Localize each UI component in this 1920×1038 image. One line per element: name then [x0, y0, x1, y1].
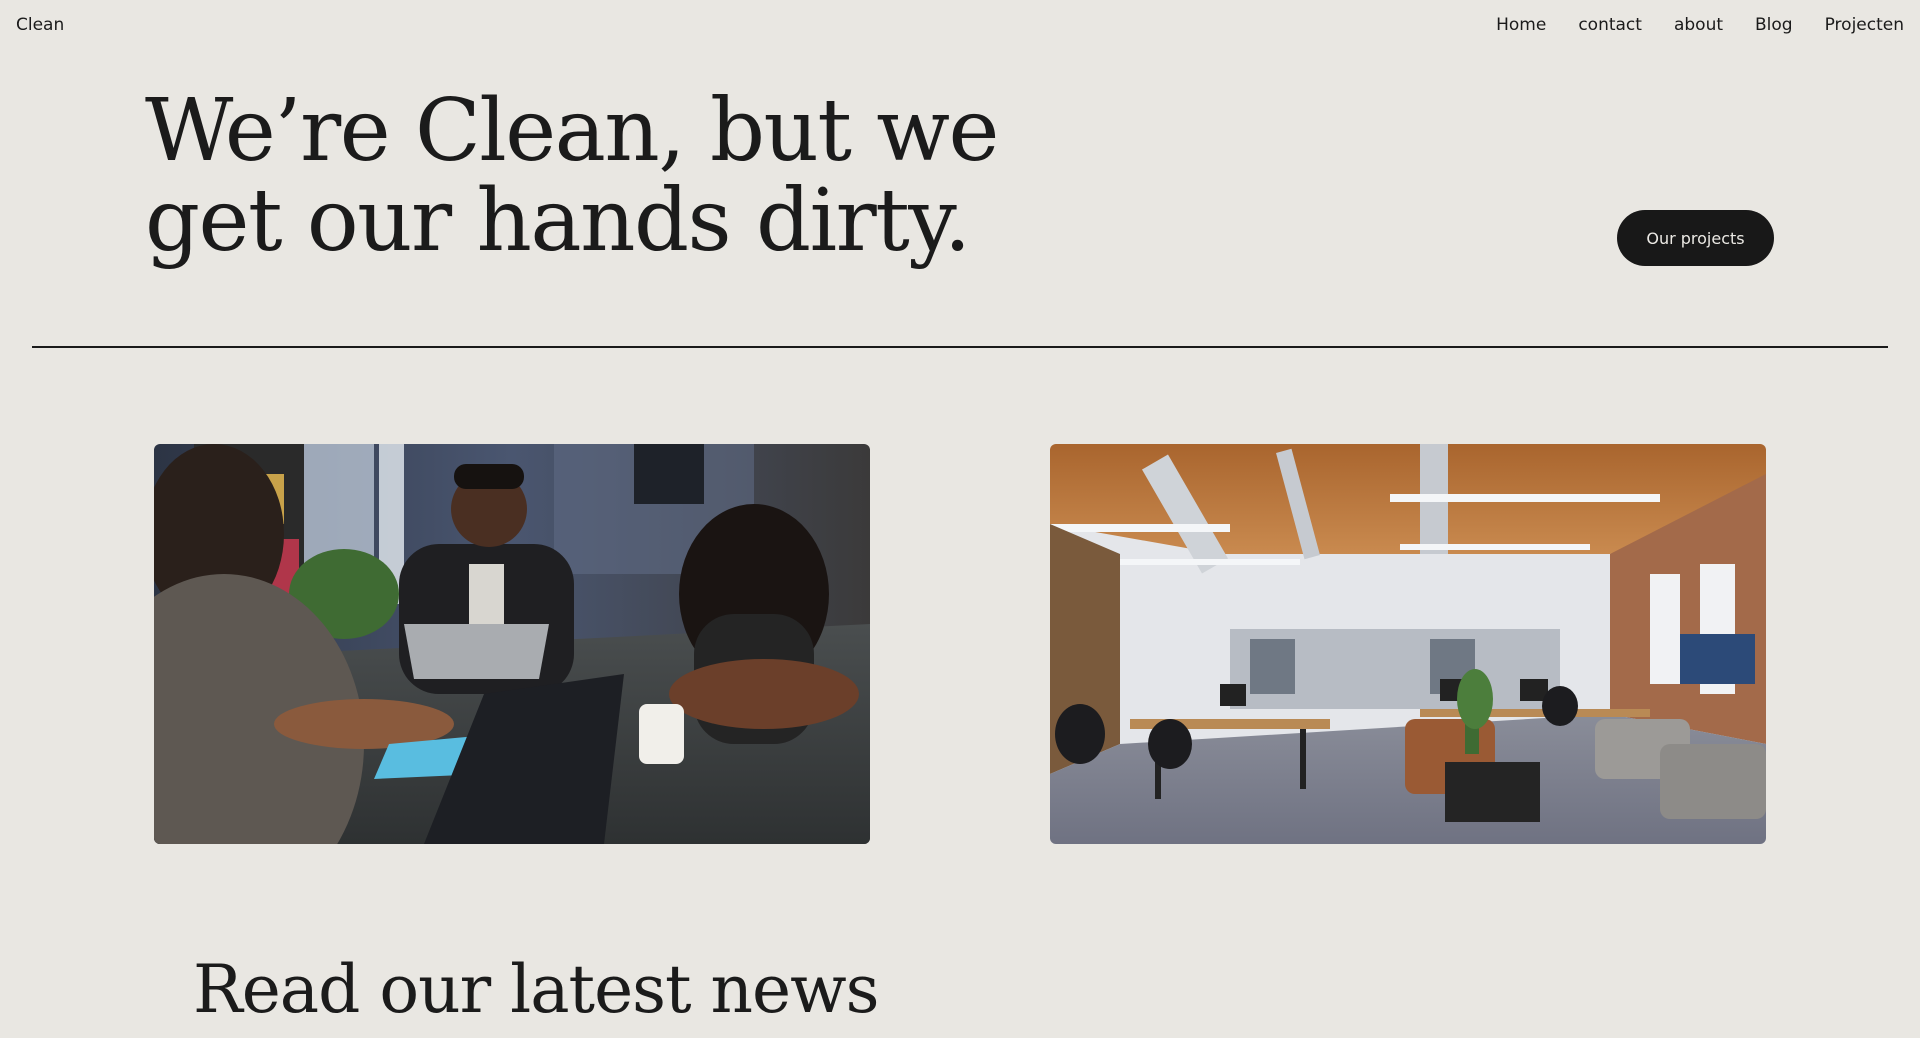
latest-news-heading: Read our latest news: [193, 951, 879, 1028]
nav-contact-link[interactable]: contact: [1578, 15, 1642, 35]
hero-title-line-1: We’re Clean, but we: [145, 81, 999, 181]
hero-title-line-2: get our hands dirty.: [145, 171, 971, 271]
nav-blog-link[interactable]: Blog: [1755, 15, 1793, 35]
top-navigation: Clean Home contact about Blog Projecten: [0, 0, 1920, 52]
main-nav: Home contact about Blog Projecten: [1464, 15, 1904, 35]
open-office-photo: [1050, 444, 1766, 844]
nav-about-link[interactable]: about: [1674, 15, 1723, 35]
team-meeting-photo: [154, 444, 870, 844]
nav-home-link[interactable]: Home: [1496, 15, 1546, 35]
nav-projecten-link[interactable]: Projecten: [1825, 15, 1904, 35]
brand-logo-link[interactable]: Clean: [16, 15, 64, 35]
our-projects-button[interactable]: Our projects: [1617, 210, 1774, 266]
hero-title: We’re Clean, but we get our hands dirty.: [145, 86, 1145, 266]
section-divider: [32, 346, 1888, 348]
